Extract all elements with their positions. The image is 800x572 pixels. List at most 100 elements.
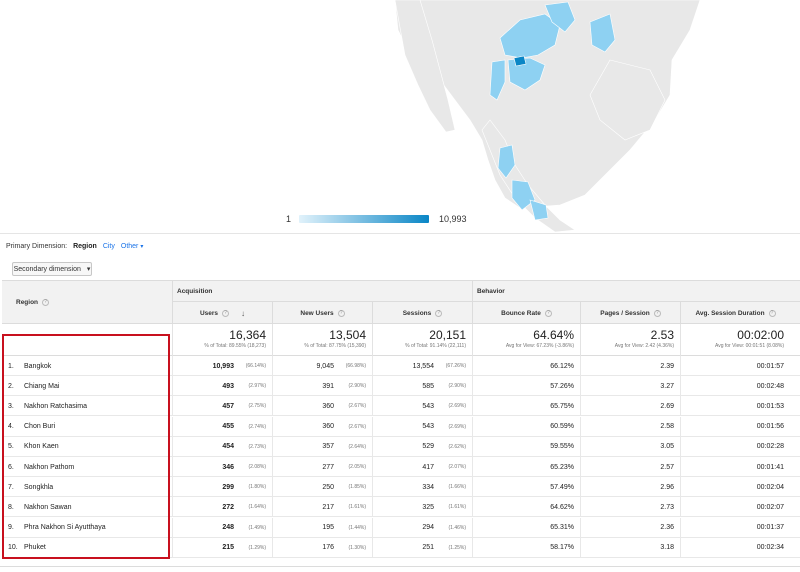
column-header-avg-session-duration[interactable]: Avg. Session Duration ? [680, 302, 790, 324]
total-subtext: % of Total: 87.75% (15,390) [304, 343, 366, 349]
table-row[interactable]: 3. Nakhon Ratchasima 457 (2.75%) 360 (2.… [2, 396, 800, 417]
table-row[interactable]: 10. Phuket 215 (1.29%) 176 (1.30%) 251 (… [2, 537, 800, 558]
sessions-cell: 585 (2.90%) [372, 376, 472, 397]
region-cell[interactable]: 2. Chiang Mai [2, 376, 172, 396]
row-index: 2. [8, 382, 14, 390]
sessions-percent: (1.61%) [448, 504, 466, 511]
pages-session-cell: 2.58 [580, 416, 680, 437]
total-subtext: Avg for View: 67.23% (-3.86%) [505, 343, 574, 349]
region-cell[interactable]: 8. Nakhon Sawan [2, 497, 172, 517]
new-users-value: 9,045 [316, 362, 334, 370]
new-users-value: 360 [322, 423, 334, 431]
sessions-value: 543 [422, 423, 434, 431]
column-header-region[interactable]: Region ? [2, 280, 172, 324]
new-users-percent: (1.85%) [348, 484, 366, 491]
table-row[interactable]: 9. Phra Nakhon Si Ayutthaya 248 (1.49%) … [2, 517, 800, 538]
table-row[interactable]: 5. Khon Kaen 454 (2.73%) 357 (2.64%) 529… [2, 436, 800, 457]
geo-map[interactable]: 1 10,993 [0, 0, 800, 232]
chevron-down-icon: ▾ [140, 244, 144, 250]
table-row[interactable]: 8. Nakhon Sawan 272 (1.64%) 217 (1.61%) … [2, 497, 800, 518]
new-users-percent: (2.67%) [348, 423, 366, 430]
pages-session-cell: 2.96 [580, 477, 680, 498]
thailand-map[interactable] [0, 0, 800, 232]
sessions-percent: (67.26%) [445, 363, 466, 369]
sessions-value: 529 [422, 443, 434, 451]
sessions-percent: (2.69%) [448, 423, 466, 430]
sessions-value: 585 [422, 382, 434, 390]
table-row[interactable]: 6. Nakhon Pathom 346 (2.08%) 277 (2.05%)… [2, 457, 800, 477]
help-icon[interactable]: ? [222, 309, 230, 317]
region-cell[interactable]: 7. Songkhla [2, 477, 172, 497]
region-cell[interactable]: 3. Nakhon Ratchasima [2, 396, 172, 416]
pages-session-cell: 3.18 [580, 537, 680, 558]
column-header-bounce-rate[interactable]: Bounce Rate ? [472, 302, 580, 324]
users-percent: (2.97%) [248, 383, 266, 390]
help-icon[interactable]: ? [42, 298, 50, 306]
help-icon[interactable]: ? [337, 309, 345, 317]
new-users-value: 357 [322, 443, 334, 451]
secondary-dimension-dropdown[interactable]: Secondary dimension ▾ [12, 262, 92, 276]
region-name[interactable]: Chon Buri [22, 423, 55, 430]
sessions-percent: (2.62%) [448, 443, 466, 450]
region-name[interactable]: Nakhon Ratchasima [22, 403, 87, 410]
column-header-users[interactable]: Users ? ↓ [172, 302, 272, 324]
region-name[interactable]: Bangkok [22, 363, 51, 370]
total-value: 2.53 [650, 328, 674, 342]
total-subtext: % of Total: 91.14% (22,111) [405, 343, 466, 349]
bounce-rate-cell: 57.49% [472, 477, 580, 498]
total-new-users: 13,504 % of Total: 87.75% (15,390) [272, 324, 372, 356]
help-icon[interactable]: ? [653, 309, 661, 317]
table-row[interactable]: 2. Chiang Mai 493 (2.97%) 391 (2.90%) 58… [2, 376, 800, 397]
help-icon[interactable]: ? [435, 309, 443, 317]
new-users-percent: (66.98%) [345, 363, 366, 369]
total-subtext: % of Total: 89.55% (18,273) [204, 343, 266, 349]
users-cell: 454 (2.73%) [172, 436, 272, 457]
column-header-new-users[interactable]: New Users ? [272, 302, 372, 324]
group-acquisition: Acquisition [172, 281, 472, 303]
dimension-option-other[interactable]: Other ▾ [121, 243, 143, 250]
region-cell[interactable]: 1. Bangkok [2, 356, 172, 376]
new-users-cell: 357 (2.64%) [272, 436, 372, 457]
map-region-bangkok[interactable] [513, 55, 527, 67]
users-percent: (1.80%) [248, 484, 266, 491]
region-name[interactable]: Phuket [22, 544, 46, 551]
bounce-rate-cell: 65.75% [472, 396, 580, 417]
legend-min: 1 [286, 214, 292, 224]
new-users-value: 176 [322, 544, 334, 552]
region-cell[interactable]: 5. Khon Kaen [2, 437, 172, 457]
column-header-region-label: Region [16, 298, 39, 306]
secondary-dimension-label: Secondary dimension [13, 265, 81, 273]
bounce-rate-cell: 64.62% [472, 497, 580, 518]
sort-arrow-icon[interactable]: ↓ [241, 309, 245, 318]
dimension-option-region[interactable]: Region [73, 243, 97, 250]
region-name[interactable]: Khon Kaen [22, 443, 59, 450]
users-value: 493 [222, 382, 234, 390]
region-name[interactable]: Songkhla [22, 484, 53, 491]
column-header-pages-session[interactable]: Pages / Session ? [580, 302, 680, 324]
users-percent: (2.73%) [248, 443, 266, 450]
dimension-option-city[interactable]: City [103, 243, 115, 250]
region-cell[interactable]: 4. Chon Buri [2, 417, 172, 437]
bounce-rate-cell: 65.31% [472, 517, 580, 538]
table-row[interactable]: 4. Chon Buri 455 (2.74%) 360 (2.67%) 543… [2, 416, 800, 437]
region-cell[interactable]: 10. Phuket [2, 538, 172, 558]
pages-session-cell: 2.39 [580, 356, 680, 376]
region-cell[interactable]: 6. Nakhon Pathom [2, 457, 172, 477]
row-index: 8. [8, 503, 14, 511]
table-row[interactable]: 1. Bangkok 10,993 (66.14%) 9,045 (66.98%… [2, 356, 800, 376]
avg-session-duration-cell: 00:01:56 [680, 416, 790, 437]
users-value: 299 [222, 483, 234, 491]
pages-session-cell: 3.27 [580, 376, 680, 397]
divider [0, 233, 800, 234]
column-header-sessions[interactable]: Sessions ? [372, 302, 472, 324]
users-percent: (2.74%) [248, 423, 266, 430]
region-name[interactable]: Chiang Mai [22, 383, 59, 390]
map-color-legend: 1 10,993 [286, 212, 467, 226]
table-row[interactable]: 7. Songkhla 299 (1.80%) 250 (1.85%) 334 … [2, 477, 800, 498]
region-name[interactable]: Phra Nakhon Si Ayutthaya [22, 524, 106, 531]
region-cell[interactable]: 9. Phra Nakhon Si Ayutthaya [2, 518, 172, 538]
help-icon[interactable]: ? [768, 309, 776, 317]
help-icon[interactable]: ? [544, 309, 552, 317]
region-name[interactable]: Nakhon Pathom [22, 464, 74, 471]
region-name[interactable]: Nakhon Sawan [22, 504, 71, 511]
